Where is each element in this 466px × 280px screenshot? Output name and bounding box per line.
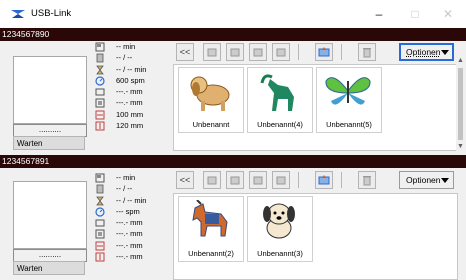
stat-time2: -- / -- min <box>93 196 167 207</box>
machine-panel-2: 1234567891 .......... Warten -- min -- /… <box>0 155 466 280</box>
chevron-down-icon <box>441 50 449 55</box>
frame-icon <box>95 88 105 96</box>
design-label: Unbenannt(5) <box>326 120 372 129</box>
stats-list: -- min -- / -- -- / -- min --- spm ---.-… <box>93 173 167 263</box>
height-icon <box>95 121 105 131</box>
stat-width: ---.- mm <box>93 241 167 252</box>
design-list: Unbenannt Unbenannt(4) Unbenannt(5) <box>173 64 458 151</box>
scroll-up-icon[interactable]: ▲ <box>456 56 465 66</box>
stat-time1: -- min <box>93 42 167 53</box>
design-preview-box <box>13 56 87 124</box>
spool-icon <box>96 184 104 194</box>
stats-list: -- min -- / -- -- / -- min 600 spm ---.-… <box>93 42 167 132</box>
ibex-embroidery-icon <box>260 74 294 111</box>
toolbar-separator <box>298 172 299 188</box>
design-list: Unbenannt(2) Unbenannt(3) <box>173 193 458 280</box>
butterfly-embroidery-icon <box>325 77 371 105</box>
vertical-scrollbar[interactable]: ▲ ▼ <box>456 56 465 152</box>
design-item[interactable]: Unbenannt(3) <box>247 196 313 262</box>
horse-embroidery-icon <box>192 200 228 237</box>
options-dropdown[interactable]: Optionen <box>399 171 454 189</box>
window-title: USB-Link <box>31 8 72 19</box>
frame-offset-icon <box>95 229 105 239</box>
delete-icon[interactable] <box>358 43 376 61</box>
scroll-down-icon[interactable]: ▼ <box>456 142 465 152</box>
move-down-icon[interactable] <box>249 43 267 61</box>
move-up-icon[interactable] <box>226 43 244 61</box>
design-item[interactable]: Unbenannt(2) <box>178 196 244 262</box>
width-icon <box>95 241 105 251</box>
design-item[interactable]: Unbenannt <box>178 67 244 133</box>
speed-icon <box>95 76 105 86</box>
design-preview-box <box>13 181 87 249</box>
design-label: Unbenannt(4) <box>257 120 303 129</box>
design-item[interactable]: Unbenannt(4) <box>247 67 313 133</box>
stat-speed: 600 spm <box>93 76 167 87</box>
move-last-icon[interactable] <box>272 43 290 61</box>
width-icon <box>95 110 105 120</box>
scroll-thumb[interactable] <box>458 68 463 140</box>
machine-panel-1: 1234567890 .......... Warten -- min -- /… <box>0 28 466 152</box>
puppy-embroidery-icon <box>263 203 295 239</box>
usb-link-app-icon <box>11 10 25 18</box>
status-field: Warten <box>13 261 85 275</box>
stat-width: 100 mm <box>93 110 167 121</box>
delete-icon[interactable] <box>358 171 376 189</box>
stat-dim2: ---.- mm <box>93 229 167 240</box>
frame-icon <box>95 219 105 227</box>
move-down-icon[interactable] <box>249 171 267 189</box>
design-toolbar: << Optionen <box>170 170 466 192</box>
design-label: Unbenannt(3) <box>257 249 303 258</box>
title-bar: USB-Link – □ ✕ <box>0 0 466 28</box>
stat-count: -- / -- <box>93 53 167 64</box>
send-design-icon[interactable] <box>315 43 333 61</box>
stat-speed: --- spm <box>93 207 167 218</box>
minimize-button[interactable]: – <box>371 6 387 22</box>
collapse-button[interactable]: << <box>176 43 194 61</box>
status-field: Warten <box>13 136 85 150</box>
move-first-icon[interactable] <box>203 171 221 189</box>
toolbar-separator <box>298 44 299 60</box>
machine-id-header: 1234567890 <box>0 28 466 41</box>
toolbar-separator <box>341 44 342 60</box>
stat-dim2: ---.- mm <box>93 98 167 109</box>
machine-icon <box>95 42 105 52</box>
move-up-icon[interactable] <box>226 171 244 189</box>
collapse-button[interactable]: << <box>176 171 194 189</box>
stat-dim1: ---.- mm <box>93 87 167 98</box>
send-design-icon[interactable] <box>315 171 333 189</box>
maximize-button[interactable]: □ <box>407 6 423 22</box>
close-button[interactable]: ✕ <box>440 6 456 22</box>
stat-time2: -- / -- min <box>93 65 167 76</box>
design-toolbar: << Optionen <box>170 42 466 64</box>
machine-icon <box>95 173 105 183</box>
frame-offset-icon <box>95 98 105 108</box>
design-item[interactable]: Unbenannt(5) <box>316 67 382 133</box>
hourglass-icon <box>96 65 104 74</box>
design-label: Unbenannt(2) <box>188 249 234 258</box>
stat-height: ---.- mm <box>93 252 167 263</box>
spool-icon <box>96 53 104 63</box>
stat-time1: -- min <box>93 173 167 184</box>
options-dropdown[interactable]: Optionen <box>399 43 454 61</box>
toolbar-separator <box>341 172 342 188</box>
chevron-down-icon <box>441 178 449 183</box>
move-first-icon[interactable] <box>203 43 221 61</box>
height-icon <box>95 252 105 262</box>
stat-height: 120 mm <box>93 121 167 132</box>
stat-count: -- / -- <box>93 184 167 195</box>
move-last-icon[interactable] <box>272 171 290 189</box>
design-label: Unbenannt <box>192 120 230 129</box>
machine-id-header: 1234567891 <box>0 155 466 168</box>
stat-dim1: ---.- mm <box>93 218 167 229</box>
dog-embroidery-icon <box>190 76 230 111</box>
speed-icon <box>95 207 105 217</box>
hourglass-icon <box>96 196 104 205</box>
